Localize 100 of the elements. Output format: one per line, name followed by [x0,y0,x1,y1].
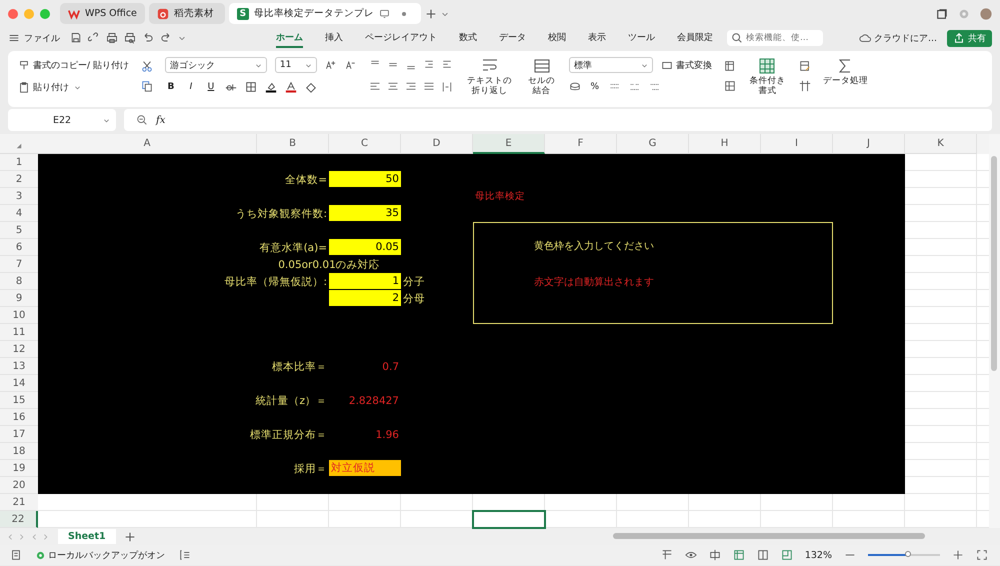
row-header[interactable]: 18 [0,443,38,460]
zoom-in-icon[interactable] [952,549,964,561]
underline-button[interactable]: U [204,82,217,92]
add-tab-icon[interactable] [424,8,437,20]
font-size-dropdown[interactable]: 11 [274,57,317,73]
ribbon-tab[interactable]: ページレイアウト [365,28,437,48]
ribbon-tab[interactable]: 挿入 [325,28,343,48]
row-header[interactable]: 6 [0,239,38,256]
row-header[interactable]: 14 [0,375,38,392]
row-header[interactable]: 17 [0,426,38,443]
save-icon[interactable] [70,32,82,44]
row-header[interactable]: 12 [0,341,38,358]
row-header[interactable]: 9 [0,290,38,307]
merge-cells-icon[interactable] [532,57,550,75]
wrap-text-button[interactable]: テキストの折り返し [464,77,514,97]
row-header[interactable]: 22 [0,511,38,528]
percent-button[interactable]: % [588,82,601,92]
redo-icon[interactable] [160,32,172,44]
window-tab[interactable]: 稻壳素材 [148,3,225,24]
link-icon[interactable] [88,32,100,44]
scrollbar-thumb[interactable] [613,533,925,539]
window-tab[interactable]: WPS Office [60,3,145,24]
normal-view-icon[interactable] [732,549,745,561]
ribbon-tab[interactable]: 校閲 [548,28,566,48]
backup-status[interactable]: ローカルバックアップがオン [36,548,165,562]
borders-icon[interactable] [244,81,257,93]
row-header[interactable]: 2 [0,171,38,188]
add-sheet-icon[interactable] [124,530,136,542]
column-header[interactable]: E [473,134,545,154]
row-header[interactable]: 19 [0,460,38,477]
italic-button[interactable]: I [184,82,197,92]
chevron-down-icon[interactable] [178,34,186,42]
row-header[interactable]: 4 [0,205,38,222]
column-header[interactable]: J [833,134,905,154]
increase-decimal-icon[interactable] [628,81,641,93]
page-layout-icon[interactable] [756,549,769,561]
ribbon-tab[interactable]: 会員限定 [677,28,713,48]
row-header[interactable]: 20 [0,477,38,494]
freeze-panes-icon[interactable] [798,80,811,92]
row-header[interactable]: 15 [0,392,38,409]
convert-format-button[interactable]: 書式変換 [660,58,712,72]
merge-cells-button[interactable]: セルの結合 [526,77,557,97]
name-box[interactable]: E22 [8,109,116,131]
file-menu[interactable]: ファイル [8,32,60,44]
align-icon[interactable] [440,81,453,93]
zoom-level[interactable]: 132% [804,550,832,560]
bold-button[interactable]: B [164,82,177,92]
select-all-icon[interactable] [16,143,22,149]
conditional-format-button[interactable]: 条件付き書式 [748,77,787,97]
row-header[interactable]: 11 [0,324,38,341]
font-color-icon[interactable] [284,81,297,93]
column-header[interactable]: H [689,134,761,154]
ribbon-tab[interactable]: 表示 [588,28,606,48]
decrease-font-icon[interactable] [344,59,357,71]
number-format-dropdown[interactable]: 標準 [568,57,653,73]
share-button[interactable]: 共有 [947,30,992,46]
row-header[interactable]: 3 [0,188,38,205]
panel-icon[interactable] [179,549,191,561]
vertical-scrollbar[interactable] [989,134,1000,528]
column-header[interactable]: I [761,134,833,154]
row-header[interactable]: 7 [0,256,38,273]
row-header[interactable]: 13 [0,358,38,375]
column-header[interactable]: C [329,134,401,154]
scrollbar-thumb[interactable] [991,156,997,371]
print-preview-icon[interactable] [124,32,136,44]
formula-field[interactable]: fx [124,109,992,131]
conditional-format-icon[interactable] [758,57,776,75]
copy-icon[interactable] [140,80,153,92]
undo-icon[interactable] [142,32,154,44]
currency-icon[interactable] [568,81,581,93]
table-icon[interactable] [660,549,673,561]
increase-font-icon[interactable] [324,59,337,71]
split-view-icon[interactable] [708,549,721,561]
window-restore-icon[interactable] [936,8,948,20]
paste-button[interactable]: 貼り付け [18,79,129,95]
eye-icon[interactable] [684,549,697,561]
row-header[interactable]: 1 [0,154,38,171]
column-header[interactable]: B [257,134,329,154]
decrease-decimal-icon[interactable] [648,81,661,93]
print-icon[interactable] [106,32,118,44]
column-header[interactable]: K [905,134,977,154]
table-format-icon[interactable] [724,80,736,92]
document-icon[interactable] [10,549,22,561]
scissors-icon[interactable] [140,60,153,72]
format-painter-button[interactable]: 書式のコピー/ 貼り付け [18,57,129,73]
row-header[interactable]: 5 [0,222,38,239]
fullscreen-icon[interactable] [976,549,988,561]
ribbon-tab[interactable]: ツール [628,28,655,48]
row-header[interactable]: 10 [0,307,38,324]
row-header[interactable]: 8 [0,273,38,290]
ribbon-tab[interactable]: 数式 [459,28,477,48]
fill-color-icon[interactable] [264,81,277,93]
column-header[interactable]: G [617,134,689,154]
cloud-button[interactable]: クラウドにア… [859,32,937,44]
data-processing-button[interactable]: データ処理 [822,77,868,87]
window-tab[interactable]: S 母比率検定データテンプレ [228,3,421,24]
close-button[interactable] [8,8,18,18]
search-field[interactable]: 検索機能、使… [727,30,823,46]
row-column-icon[interactable] [798,60,811,72]
avatar-icon[interactable] [980,8,992,20]
